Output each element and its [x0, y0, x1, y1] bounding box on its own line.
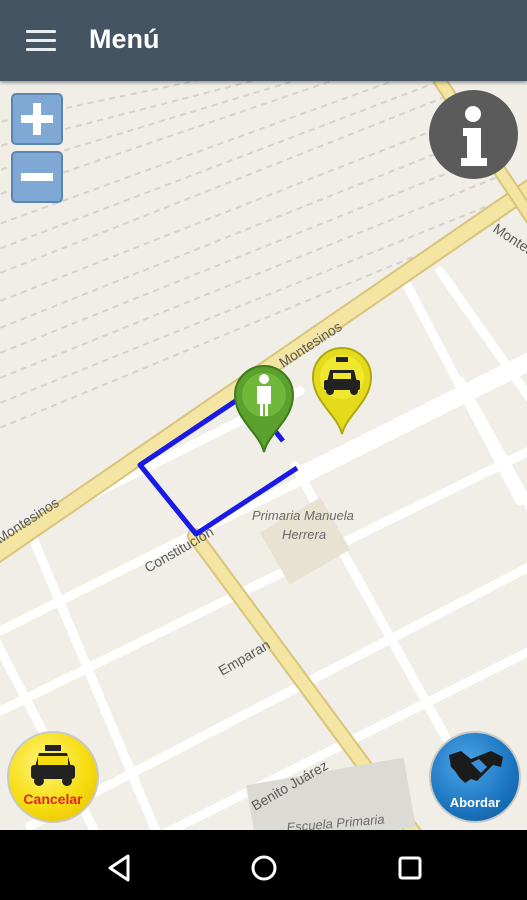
street-label-emparan: Emparan	[216, 636, 273, 678]
person-marker-icon[interactable]	[231, 362, 297, 454]
info-icon	[461, 106, 487, 166]
zoom-out-button[interactable]	[11, 151, 63, 203]
plus-icon	[21, 103, 53, 135]
taxi-icon	[31, 745, 75, 786]
back-triangle-icon[interactable]	[104, 852, 136, 884]
app-bar: Menú	[0, 0, 527, 81]
cancel-button-label: Cancelar	[23, 791, 83, 807]
recents-square-icon[interactable]	[394, 852, 426, 884]
board-button-label: Abordar	[449, 795, 501, 810]
handshake-icon	[449, 751, 503, 783]
poi-label-school-line2: Herrera	[282, 527, 326, 542]
main-avenues	[0, 81, 527, 830]
home-circle-icon[interactable]	[248, 852, 280, 884]
zoom-in-button[interactable]	[11, 93, 63, 145]
info-button[interactable]	[429, 90, 518, 179]
board-button[interactable]: Abordar	[429, 731, 521, 823]
minus-icon	[21, 173, 53, 181]
map-view[interactable]: Montesinos Montesinos Montes Constitució…	[0, 81, 527, 830]
map-canvas[interactable]: Montesinos Montesinos Montes Constitució…	[0, 81, 527, 830]
system-nav-bar	[0, 830, 527, 900]
street-label-montesinos-right: Montes	[490, 220, 527, 258]
poi-label-school-line1: Primaria Manuela	[252, 508, 354, 523]
taxi-marker-icon[interactable]	[309, 344, 375, 436]
app-title: Menú	[89, 24, 160, 54]
cancel-button[interactable]: Cancelar	[7, 731, 99, 823]
hamburger-icon[interactable]	[26, 30, 56, 52]
